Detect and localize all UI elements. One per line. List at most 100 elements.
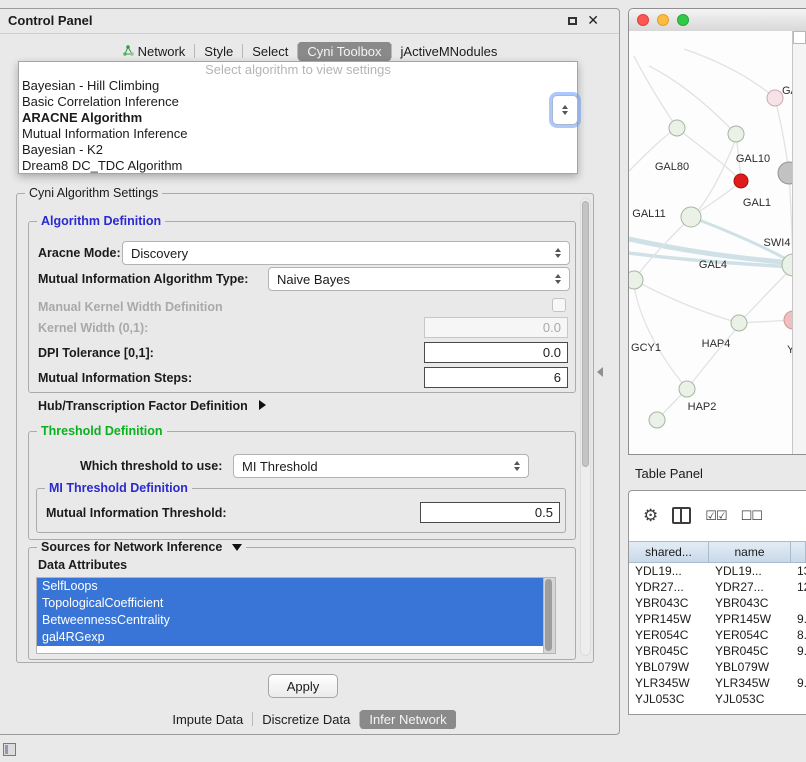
cell: 9.	[791, 675, 806, 691]
table-body: YDL19...YDL19...13 YDR27...YDR27...12 YB…	[629, 563, 806, 714]
table-toolbar: ⚙ ☑☑ ☐☐	[629, 491, 806, 539]
table-row[interactable]: YPR145WYPR145W9.	[629, 611, 806, 627]
manual-kernel-width-label: Manual Kernel Width Definition	[38, 300, 223, 314]
dropdown-item[interactable]: Mutual Information Inference	[19, 126, 577, 142]
column-header-clipped[interactable]	[791, 542, 806, 562]
which-threshold-combobox[interactable]: MI Threshold	[233, 454, 529, 478]
hide-panel-icon[interactable]	[3, 743, 16, 756]
cell: YLR345W	[629, 675, 709, 691]
dpi-tolerance-field[interactable]: 0.0	[424, 342, 568, 363]
kernel-width-field[interactable]: 0.0	[424, 317, 568, 338]
cell: 13	[791, 563, 806, 579]
table-row[interactable]: YDL19...YDL19...13	[629, 563, 806, 579]
which-threshold-label: Which threshold to use:	[80, 459, 222, 473]
column-header-shared-name[interactable]: shared...	[629, 542, 709, 562]
network-node-highlighted[interactable]	[734, 174, 748, 188]
network-node[interactable]	[728, 126, 744, 142]
dropdown-item[interactable]: Dream8 DC_TDC Algorithm	[19, 158, 577, 174]
tab-network[interactable]: Network	[113, 42, 195, 61]
tab-jactivemnodules[interactable]: jActiveMNodules	[392, 42, 507, 61]
columns-icon[interactable]	[672, 507, 691, 524]
table-row[interactable]: YLR345WYLR345W9.	[629, 675, 806, 691]
combo-up-arrow-icon	[562, 105, 568, 109]
splitter-collapse-arrow[interactable]	[597, 367, 603, 377]
cell: 9.	[791, 611, 806, 627]
settings-scrollbar[interactable]	[580, 198, 591, 656]
apply-button[interactable]: Apply	[268, 674, 338, 698]
float-window-icon[interactable]	[568, 17, 577, 25]
attribute-item-selected[interactable]: SelfLoops	[37, 578, 544, 595]
combo-arrows-icon	[509, 461, 525, 471]
tab-style[interactable]: Style	[195, 42, 242, 61]
scrollbar-thumb[interactable]	[582, 201, 589, 467]
cell: YBR045C	[709, 643, 791, 659]
column-header-name[interactable]: name	[709, 542, 791, 562]
tab-infer-network[interactable]: Infer Network	[360, 710, 455, 729]
aracne-mode-combobox[interactable]: Discovery	[122, 241, 570, 265]
table-row[interactable]: YJL053CYJL053C	[629, 691, 806, 707]
close-icon[interactable]: ✕	[587, 12, 599, 29]
node-label: HAP4	[702, 338, 731, 350]
cell	[791, 595, 806, 611]
network-node[interactable]	[681, 207, 701, 227]
cell: YER054C	[629, 627, 709, 643]
mi-algorithm-type-combobox[interactable]: Naive Bayes	[268, 267, 570, 291]
group-title: Cyni Algorithm Settings	[25, 186, 162, 200]
dropdown-placeholder-item[interactable]: Select algorithm to view settings	[19, 62, 577, 78]
gear-icon[interactable]: ⚙	[643, 507, 658, 524]
network-node[interactable]	[679, 381, 695, 397]
network-node[interactable]	[649, 412, 665, 428]
network-node[interactable]	[731, 315, 747, 331]
table-row[interactable]: YBR045CYBR045C9.	[629, 643, 806, 659]
mi-steps-field[interactable]: 6	[424, 367, 568, 388]
attribute-item-selected[interactable]: BetweennessCentrality	[37, 612, 544, 629]
node-label: HAP2	[688, 401, 717, 413]
network-node[interactable]	[669, 120, 685, 136]
table-row[interactable]: YER054CYER054C8.	[629, 627, 806, 643]
minimize-traffic-light[interactable]	[657, 14, 669, 26]
mi-threshold-field[interactable]: 0.5	[420, 502, 560, 523]
node-label: GAL10	[736, 153, 770, 165]
manual-kernel-width-checkbox[interactable]	[552, 298, 566, 312]
edge	[684, 49, 775, 98]
algorithm-combobox-button[interactable]	[552, 95, 578, 125]
table-row[interactable]: YDR27...YDR27...12	[629, 579, 806, 595]
network-canvas[interactable]: GAL80 GAL10 GAL11 GAL1 SWI4 GAL4 GCY1 HA…	[629, 31, 806, 454]
aracne-mode-label: Aracne Mode:	[38, 246, 121, 260]
attribute-item-selected[interactable]: gal4RGexp	[37, 629, 544, 646]
control-panel-window: Control Panel ✕ Network Style Select Cyn…	[0, 8, 620, 735]
attributes-scrollbar[interactable]	[543, 578, 555, 653]
sources-section-toggle[interactable]: Sources for Network Inference	[37, 540, 246, 554]
mi-algorithm-type-label: Mutual Information Algorithm Type:	[38, 272, 248, 286]
table-row[interactable]: YBL079WYBL079W	[629, 659, 806, 675]
combo-value: MI Threshold	[234, 459, 509, 474]
deselect-all-checkboxes-icon[interactable]: ☐☐	[741, 509, 762, 522]
scrollbar-thumb[interactable]	[545, 579, 552, 651]
tab-select[interactable]: Select	[243, 42, 297, 61]
node-label: GAL4	[699, 259, 727, 271]
dropdown-item[interactable]: Bayesian - Hill Climbing	[19, 78, 577, 94]
hub-transcription-section-toggle[interactable]: Hub/Transcription Factor Definition	[38, 398, 266, 413]
dropdown-item[interactable]: Basic Correlation Inference	[19, 94, 577, 110]
combo-arrows-icon	[550, 274, 566, 284]
tab-label: jActiveMNodules	[401, 44, 498, 59]
tab-impute-data[interactable]: Impute Data	[163, 710, 252, 729]
table-panel-title: Table Panel	[635, 466, 703, 481]
zoom-traffic-light[interactable]	[677, 14, 689, 26]
node-label: GCY1	[631, 342, 661, 354]
select-all-checkboxes-icon[interactable]: ☑☑	[705, 509, 726, 522]
tab-discretize-data[interactable]: Discretize Data	[253, 710, 359, 729]
network-node[interactable]	[767, 90, 783, 106]
table-row[interactable]: YBR043CYBR043C	[629, 595, 806, 611]
tab-cyni-toolbox[interactable]: Cyni Toolbox	[298, 42, 390, 61]
attribute-item-selected[interactable]: TopologicalCoefficient	[37, 595, 544, 612]
dropdown-item-selected[interactable]: ARACNE Algorithm	[19, 110, 577, 126]
desktop: Control Panel ✕ Network Style Select Cyn…	[0, 0, 806, 762]
mi-steps-label: Mutual Information Steps:	[38, 371, 192, 385]
close-traffic-light[interactable]	[637, 14, 649, 26]
dropdown-item[interactable]: Bayesian - K2	[19, 142, 577, 158]
network-scrollbar-corner	[793, 31, 806, 44]
network-scrollbar[interactable]	[792, 31, 806, 454]
network-view-window: GAL80 GAL10 GAL11 GAL1 SWI4 GAL4 GCY1 HA…	[628, 8, 806, 455]
network-node[interactable]	[629, 271, 643, 289]
